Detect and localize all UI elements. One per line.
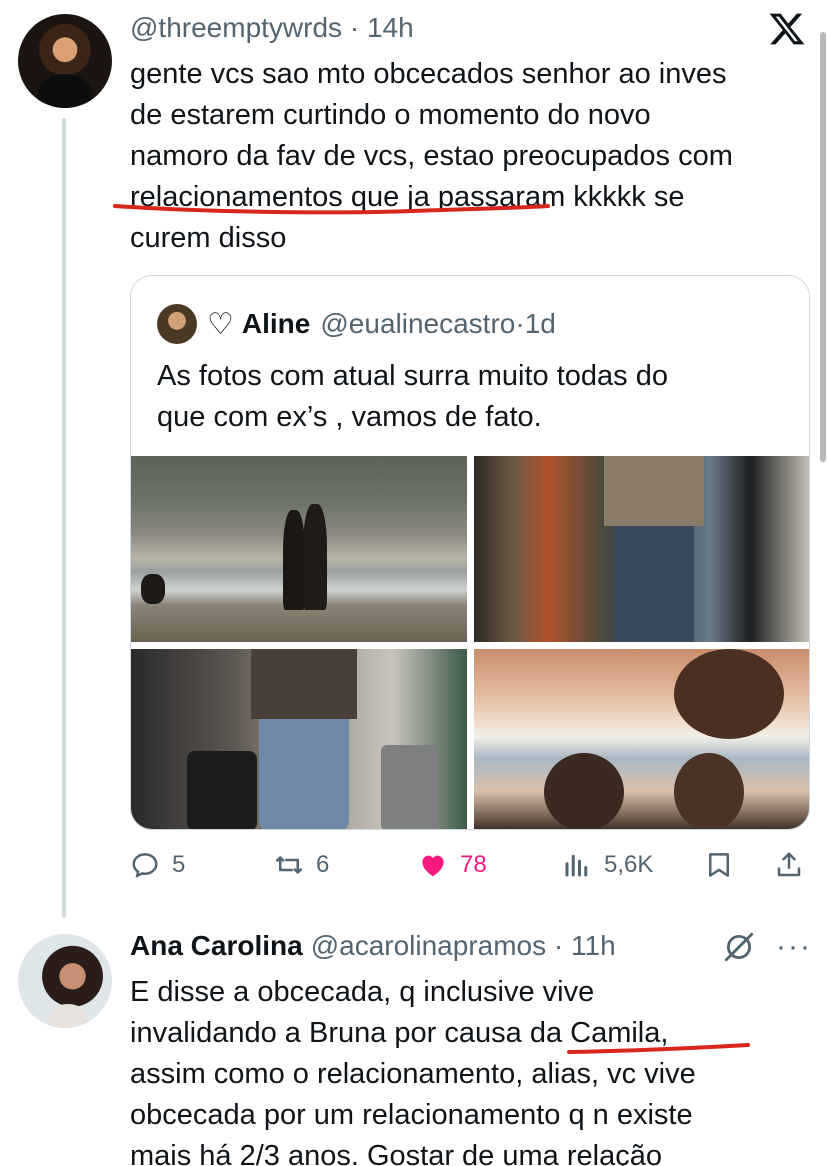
retweet-icon [275, 856, 303, 874]
reply-count: 5 [172, 851, 186, 878]
retweet-button[interactable]: 6 [274, 845, 329, 885]
share-icon [777, 852, 801, 877]
like-count: 78 [460, 851, 487, 878]
bookmark-button[interactable] [704, 845, 746, 885]
retweet-count: 6 [316, 851, 330, 878]
x-logo-icon[interactable] [768, 10, 806, 48]
quote-text: As fotos com atual surra muito todas do … [157, 360, 668, 433]
reply-button[interactable]: 5 [130, 845, 185, 885]
timestamp: 1d [524, 308, 556, 339]
more-icon[interactable]: ··· [776, 930, 812, 964]
action-bar: 5 6 78 5,6K [130, 845, 810, 885]
red-underline-annotation [113, 204, 550, 215]
handle[interactable]: @eualinecastro [320, 308, 515, 340]
like-button[interactable]: 78 [418, 845, 487, 885]
avatar[interactable] [18, 934, 112, 1028]
timestamp[interactable]: 14h [367, 12, 414, 43]
quoted-tweet[interactable]: ♡ Aline @eualinecastro · 1d As fotos com… [130, 275, 810, 830]
heart-outline-icon: ♡ [207, 307, 234, 341]
views-button[interactable]: 5,6K [562, 845, 653, 885]
tweet-text: E disse a obcecada, q inclusive vive inv… [130, 976, 696, 1166]
view-count: 5,6K [604, 851, 654, 878]
display-name[interactable]: Ana Carolina [130, 930, 303, 961]
timestamp[interactable]: 11h [571, 930, 616, 961]
red-underline-annotation [567, 1043, 750, 1054]
avatar[interactable] [18, 14, 112, 108]
views-icon [565, 854, 588, 877]
photo-store-aisle[interactable] [474, 456, 809, 642]
handle[interactable]: @threemptywrds [130, 12, 342, 43]
scrollbar[interactable] [820, 32, 826, 462]
display-name[interactable]: Aline [242, 308, 310, 340]
heart-icon [422, 855, 444, 877]
thread-connector-line [62, 118, 66, 918]
photo-couple-collage[interactable] [474, 649, 809, 829]
photo-beach-couple[interactable] [131, 456, 467, 642]
photo-airport-walk[interactable] [131, 649, 467, 829]
handle[interactable]: @acarolinapramos [311, 930, 546, 961]
media-grid [131, 456, 809, 829]
tweet-header: Ana Carolina @acarolinapramos · 11h [130, 930, 616, 961]
tweet-text: gente vcs sao mto obcecados senhor ao in… [130, 58, 733, 254]
grok-icon[interactable] [722, 930, 756, 964]
quote-avatar[interactable] [157, 304, 197, 344]
bookmark-icon [709, 853, 729, 877]
quote-header: ♡ Aline @eualinecastro · 1d [157, 304, 556, 344]
reply-icon [132, 853, 158, 878]
tweet-header: @threemptywrds · 14h [130, 12, 414, 43]
share-button[interactable] [774, 845, 816, 885]
